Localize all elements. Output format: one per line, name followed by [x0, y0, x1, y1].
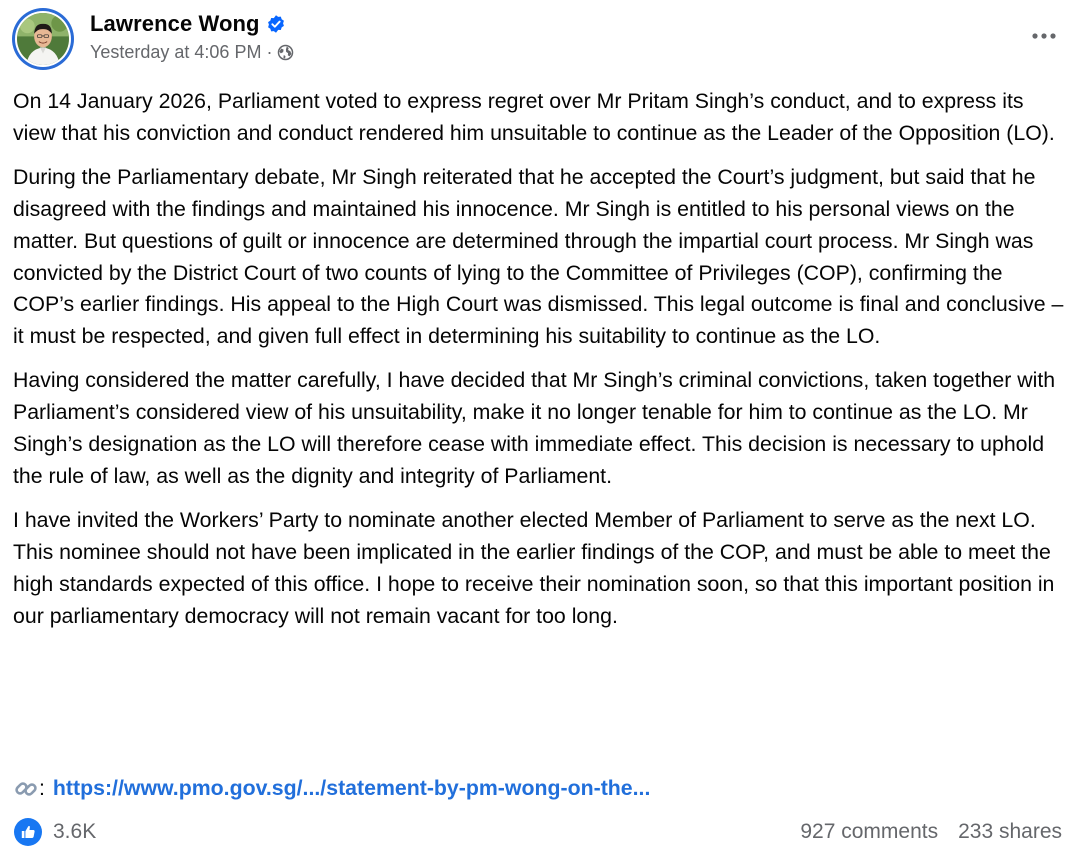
link-line: : https://www.pmo.gov.sg/.../statement-b…: [13, 773, 650, 804]
post-paragraph-2: During the Parliamentary debate, Mr Sing…: [13, 164, 1064, 349]
author-name[interactable]: Lawrence Wong: [90, 11, 260, 37]
post-paragraph-3: Having considered the matter carefully, …: [13, 368, 1056, 488]
link-colon: :: [39, 776, 45, 800]
profile-photo: [17, 13, 69, 65]
thumbs-up-icon: [14, 818, 42, 846]
reactions-summary[interactable]: 3.6K: [14, 818, 96, 846]
comments-count-link[interactable]: 927 comments: [800, 820, 938, 844]
reaction-count: 3.6K: [53, 820, 97, 843]
more-options-button[interactable]: [1026, 22, 1062, 50]
more-options-icon: [1032, 33, 1056, 39]
globe-icon[interactable]: [277, 44, 294, 61]
post-paragraph-4: I have invited the Workers’ Party to nom…: [13, 507, 1055, 628]
post-meta: Yesterday at 4:06 PM ·: [90, 42, 294, 63]
author-block: Lawrence Wong Yesterday at 4:06 PM ·: [90, 10, 294, 63]
post-paragraph-1: On 14 January 2026, Parliament voted to …: [13, 89, 1055, 145]
post-footer: 3.6K 927 comments 233 shares: [14, 815, 1062, 849]
post-header: Lawrence Wong Yesterday at 4:06 PM ·: [12, 8, 1062, 72]
avatar-ring: [15, 11, 71, 67]
shares-count-link[interactable]: 233 shares: [958, 820, 1062, 844]
post-timestamp[interactable]: Yesterday at 4:06 PM: [90, 42, 261, 63]
post-body: On 14 January 2026, Parliament voted to …: [13, 86, 1065, 645]
thumbs-up-glyph: [21, 825, 35, 838]
engagement-counts: 927 comments 233 shares: [800, 820, 1062, 844]
verified-badge-icon: [267, 15, 284, 33]
link-icon: [15, 781, 37, 796]
meta-separator: ·: [266, 42, 273, 62]
post-link[interactable]: https://www.pmo.gov.sg/.../statement-by-…: [53, 773, 650, 804]
author-row: Lawrence Wong: [90, 10, 294, 38]
avatar[interactable]: [12, 8, 74, 70]
